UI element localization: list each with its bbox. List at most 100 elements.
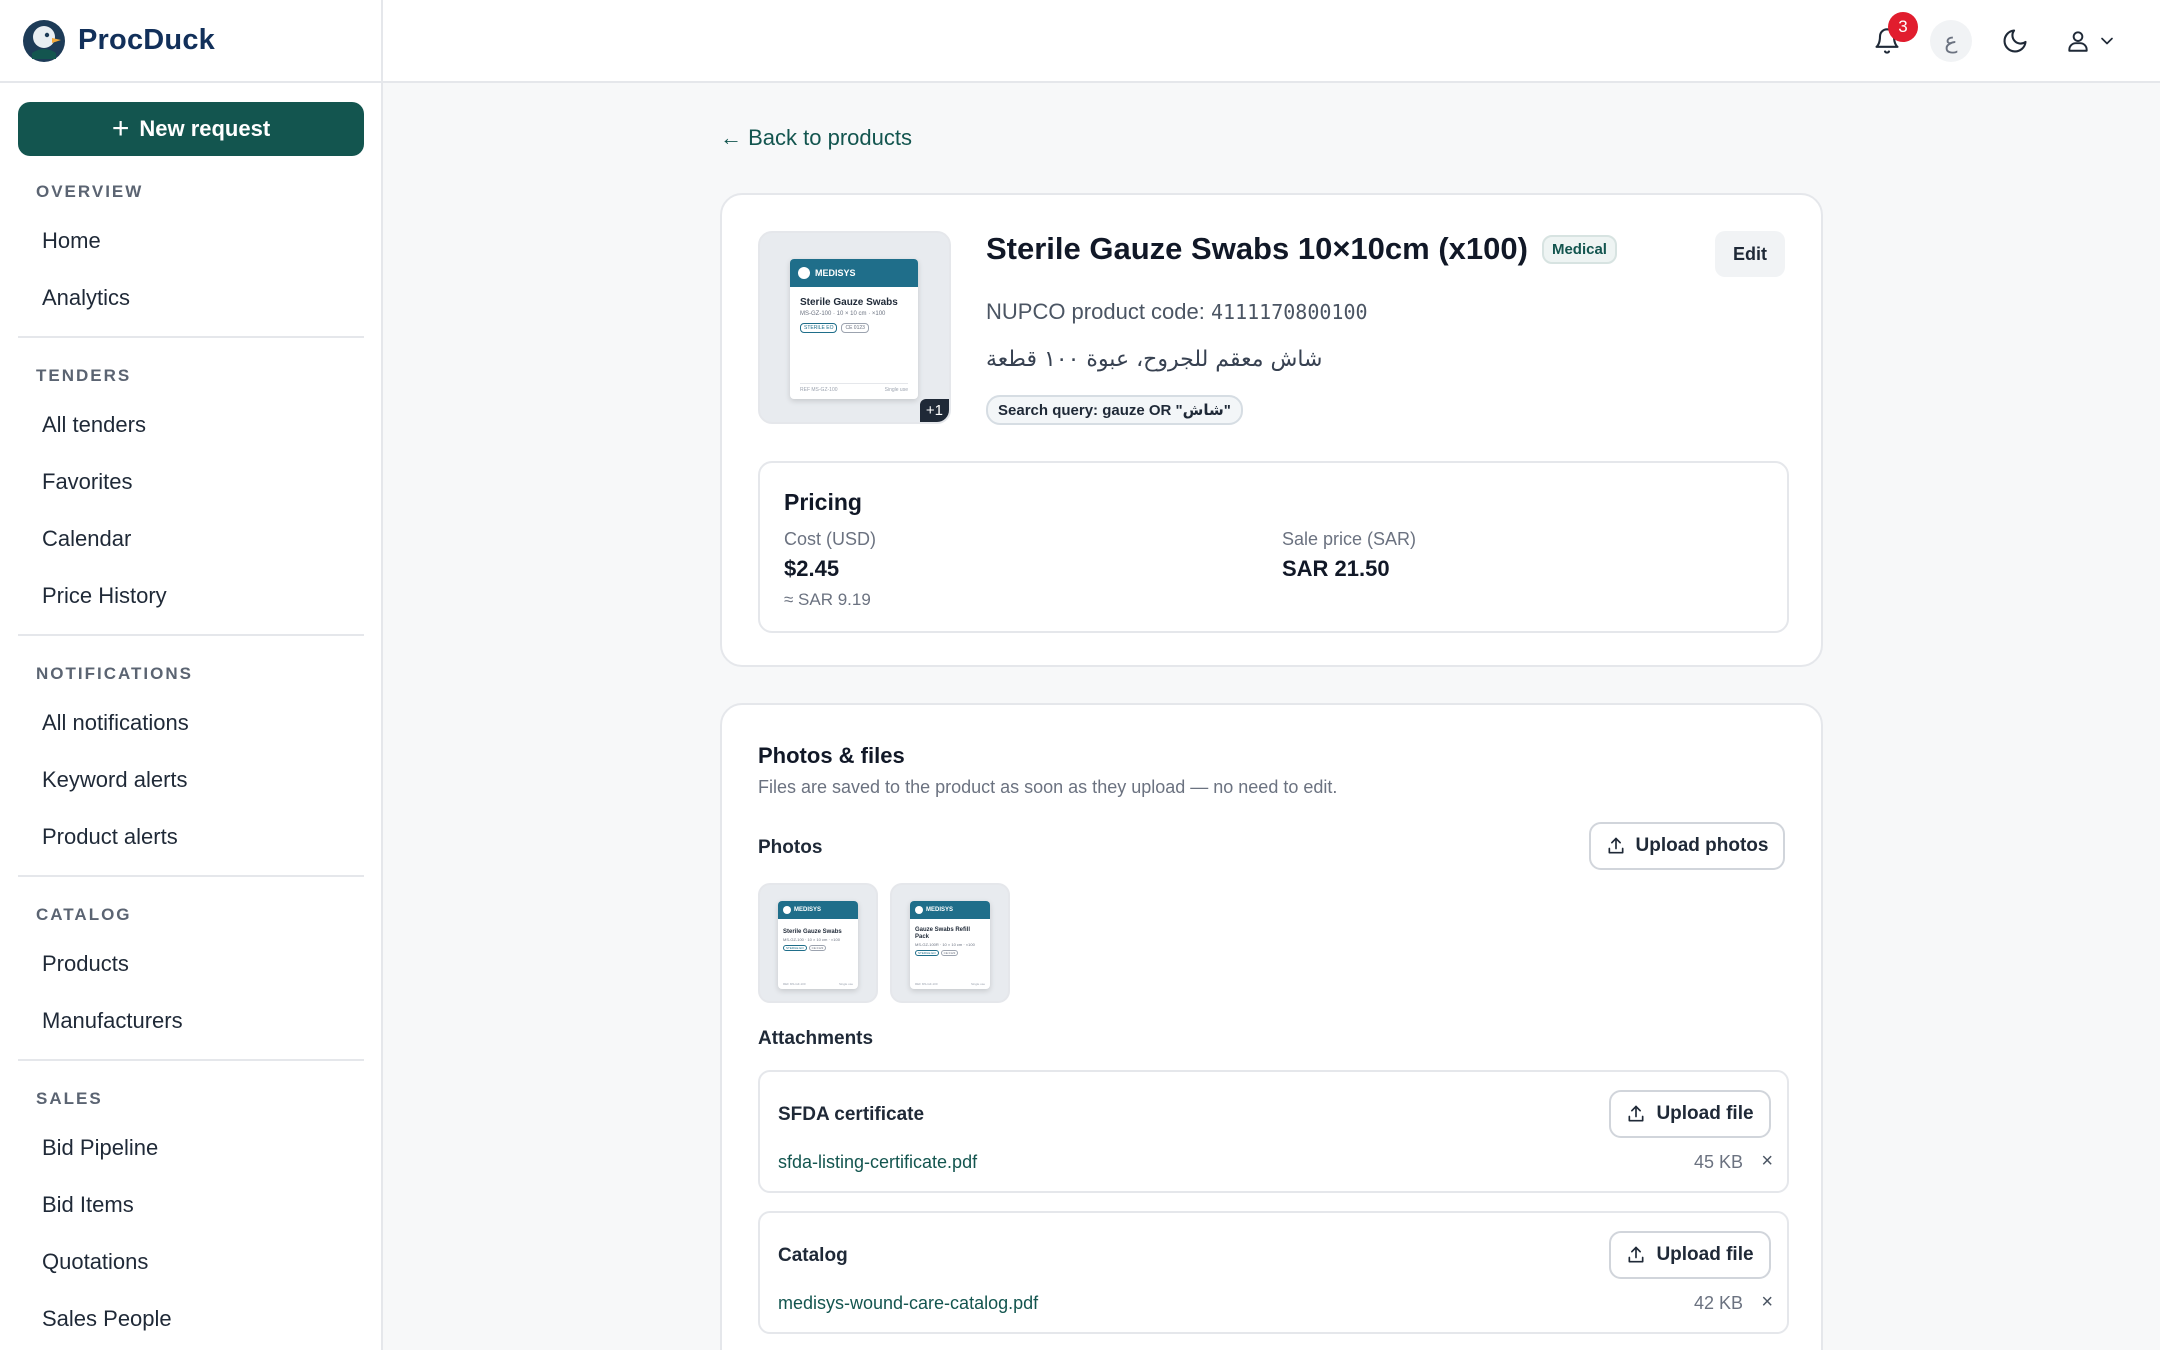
product-box-tag: CE 0123 — [841, 323, 869, 333]
product-box-tag: STERILE EO — [783, 945, 807, 951]
sidebar-item-calendar[interactable]: Calendar — [18, 510, 364, 567]
language-toggle-button[interactable]: ع — [1930, 20, 1972, 62]
attachment-file-link[interactable]: medisys-wound-care-catalog.pdf — [778, 1293, 1038, 1314]
nav-section-sales: SALES Bid Pipeline Bid Items Quotations … — [18, 1077, 364, 1350]
product-image[interactable]: MEDISYS Sterile Gauze Swabs MS-GZ-100 · … — [758, 231, 951, 424]
user-icon — [2068, 31, 2088, 52]
attachment-name: Catalog — [778, 1245, 848, 1266]
nav-heading: SALES — [36, 1089, 103, 1108]
product-code-label: NUPCO product code: — [986, 299, 1205, 324]
sidebar-item-price-history[interactable]: Price History — [18, 567, 364, 624]
product-code-value: 4111170800100 — [1211, 300, 1368, 324]
photo-thumbnail[interactable]: MEDISYS Gauze Swabs Refill Pack MS-GZ-10… — [890, 883, 1010, 1003]
header-actions: 3 ع — [1844, 12, 2124, 64]
nav-section-catalog: CATALOG Products Manufacturers — [18, 893, 364, 1061]
duck-logo-icon — [22, 19, 66, 63]
notification-count-badge: 3 — [1888, 12, 1918, 42]
attachments-heading: Attachments — [758, 1028, 874, 1049]
product-box-name: Gauze Swabs Refill Pack — [915, 927, 971, 940]
sidebar-item-bid-pipeline[interactable]: Bid Pipeline — [18, 1119, 364, 1176]
cost-value: $2.45 — [784, 556, 840, 581]
upload-file-label: Upload file — [1656, 1103, 1754, 1124]
product-box-header: MEDISYS — [790, 259, 918, 287]
product-box-header: MEDISYS — [778, 901, 858, 919]
attachment-catalog: Catalog Upload file medisys-wound-care-c… — [758, 1211, 1789, 1334]
product-box-line: MS-GZ-100R · 10 × 10 cm · ×100 — [915, 942, 975, 948]
product-card: MEDISYS Sterile Gauze Swabs MS-GZ-100 · … — [720, 193, 1823, 667]
attachment-sfda-certificate: SFDA certificate Upload file sfda-listin… — [758, 1070, 1789, 1193]
product-box-footer-left: REF MS-GZ-100 — [800, 387, 838, 393]
attachment-name: SFDA certificate — [778, 1104, 925, 1125]
new-request-button[interactable]: + New request — [18, 102, 364, 156]
sidebar-item-bid-items[interactable]: Bid Items — [18, 1176, 364, 1233]
attachment-file-size: 45 KB — [1693, 1152, 1743, 1172]
nav-heading: NOTIFICATIONS — [36, 664, 193, 683]
back-to-products-link[interactable]: ← Back to products — [720, 125, 912, 151]
product-code: NUPCO product code: 4111170800100 — [986, 299, 1368, 325]
product-box-tag: CE 0123 — [940, 950, 959, 957]
sidebar-item-analytics[interactable]: Analytics — [18, 269, 364, 326]
sidebar-item-all-notifications[interactable]: All notifications — [18, 694, 364, 751]
product-box-tag: STERILE EO — [800, 323, 838, 333]
upload-icon — [1608, 837, 1623, 854]
photo-thumbnail[interactable]: MEDISYS Sterile Gauze Swabs MS-GZ-100 · … — [758, 883, 878, 1003]
sidebar-item-home[interactable]: Home — [18, 212, 364, 269]
nav-heading: TENDERS — [36, 366, 132, 385]
sidebar-item-product-alerts[interactable]: Product alerts — [18, 808, 364, 865]
cost-label: Cost (USD) — [784, 529, 877, 549]
sidebar-item-manufacturers[interactable]: Manufacturers — [18, 992, 364, 1049]
sidebar-item-keyword-alerts[interactable]: Keyword alerts — [18, 751, 364, 808]
sidebar: ProcDuck + New request OVERVIEW Home Ana… — [0, 0, 383, 1350]
upload-icon — [1628, 1105, 1644, 1122]
arabic-description: شاش معقم للجروح، عبوة ١٠٠ قطعة — [986, 347, 1323, 372]
product-box-footer-left: REF MS-GZ-100 — [915, 982, 938, 986]
user-menu-button[interactable] — [2058, 18, 2124, 64]
product-title: Sterile Gauze Swabs 10×10cm (x100) — [986, 231, 1528, 266]
sidebar-nav: OVERVIEW Home Analytics TENDERS All tend… — [18, 170, 364, 1350]
product-box-brand: MEDISYS — [926, 907, 954, 913]
sidebar-item-all-tenders[interactable]: All tenders — [18, 396, 364, 453]
nav-heading: OVERVIEW — [36, 182, 144, 201]
top-bar: 3 ع — [383, 0, 2160, 83]
plus-icon: + — [111, 112, 130, 145]
product-box-tag: STERILE EO — [915, 950, 939, 957]
files-subtitle: Files are saved to the product as soon a… — [758, 777, 1338, 797]
cost-converted: ≈ SAR 9.19 — [784, 590, 871, 609]
product-title-row: Sterile Gauze Swabs 10×10cm (x100) Medic… — [986, 231, 1617, 267]
more-images-badge: +1 — [919, 399, 949, 422]
upload-file-button[interactable]: Upload file — [1609, 1231, 1771, 1279]
pricing-panel: Pricing Cost (USD) $2.45 ≈ SAR 9.19 Sale… — [758, 461, 1789, 633]
product-box-tag: CE 0123 — [808, 945, 827, 951]
brand-name: ProcDuck — [78, 24, 215, 56]
pricing-title: Pricing — [784, 489, 862, 515]
upload-file-button[interactable]: Upload file — [1609, 1090, 1771, 1138]
brand[interactable]: ProcDuck — [0, 0, 381, 83]
nav-section-overview: OVERVIEW Home Analytics — [18, 170, 364, 338]
chevron-down-icon — [2101, 37, 2113, 45]
edit-button[interactable]: Edit — [1715, 231, 1785, 277]
sidebar-item-sales-people[interactable]: Sales People — [18, 1290, 364, 1347]
product-box-footer-right: Single use — [884, 387, 908, 393]
product-box-image: MEDISYS Sterile Gauze Swabs MS-GZ-100 · … — [790, 259, 918, 399]
sidebar-item-quotations[interactable]: Quotations — [18, 1233, 364, 1290]
remove-file-icon[interactable]: × — [1761, 1150, 1773, 1173]
attachment-file-link[interactable]: sfda-listing-certificate.pdf — [778, 1152, 977, 1173]
remove-file-icon[interactable]: × — [1761, 1291, 1773, 1314]
nav-heading: CATALOG — [36, 905, 132, 924]
nav-section-tenders: TENDERS All tenders Favorites Calendar P… — [18, 354, 364, 636]
sale-price-label: Sale price (SAR) — [1282, 529, 1417, 549]
product-box-name: Sterile Gauze Swabs — [800, 297, 898, 308]
sidebar-item-favorites[interactable]: Favorites — [18, 453, 364, 510]
upload-file-label: Upload file — [1656, 1244, 1754, 1265]
cost-column: Cost (USD) $2.45 ≈ SAR 9.19 — [784, 529, 876, 610]
product-box-image: MEDISYS Sterile Gauze Swabs MS-GZ-100 · … — [778, 901, 858, 989]
theme-toggle-button[interactable] — [1992, 18, 2038, 64]
sidebar-item-products[interactable]: Products — [18, 935, 364, 992]
files-title: Photos & files — [758, 743, 905, 768]
sale-price-value: SAR 21.50 — [1282, 556, 1390, 581]
upload-photos-label: Upload photos — [1635, 835, 1769, 856]
notifications-button[interactable]: 3 — [1864, 12, 1918, 64]
product-box-brand: MEDISYS — [815, 268, 856, 278]
photos-heading: Photos — [758, 837, 823, 858]
upload-photos-button[interactable]: Upload photos — [1589, 822, 1785, 870]
